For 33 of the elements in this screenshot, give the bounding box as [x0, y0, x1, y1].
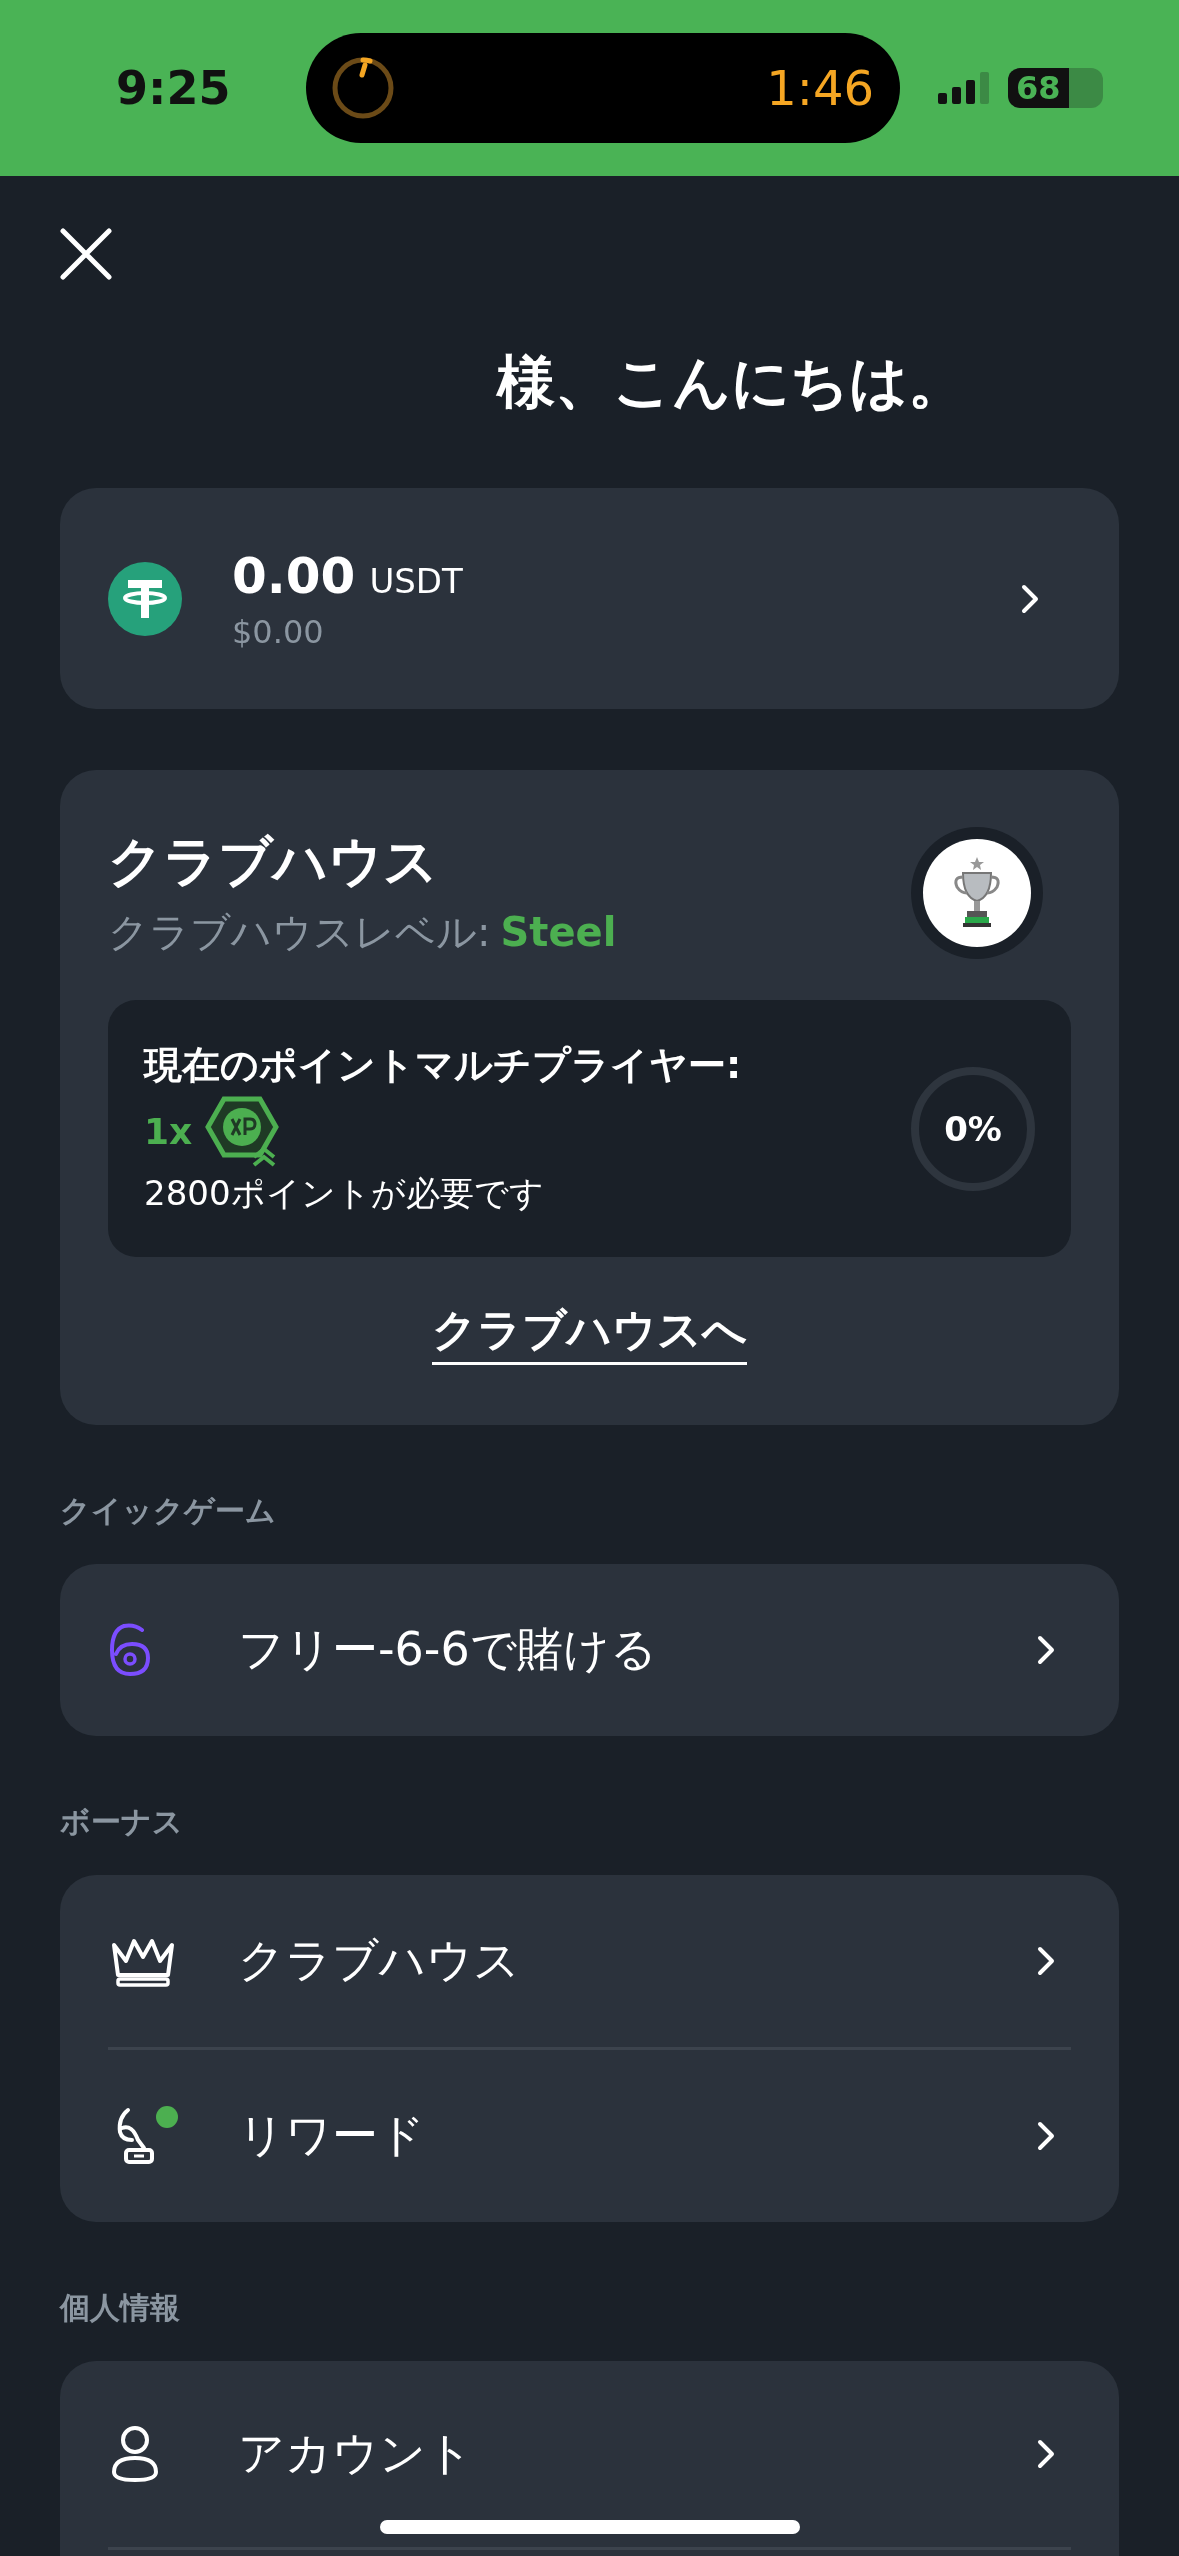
currency-label: USDT — [369, 560, 463, 601]
coin-icon — [108, 561, 182, 636]
timer-text: 1:46 — [766, 60, 874, 116]
menu-item[interactable]: フリー-6-6で賭ける — [108, 1564, 1071, 1736]
level-name: Steel — [500, 909, 617, 955]
balance-amount: 0.00 — [232, 546, 356, 605]
battery-indicator: 68 — [1008, 68, 1103, 108]
section-heading: 個人情報 — [60, 2289, 181, 2327]
chevron-icon — [1037, 1635, 1055, 1665]
points-needed-text: 2800ポイントが必要です — [144, 1172, 545, 1215]
greeting-title: 様、こんにちは。 — [495, 347, 967, 418]
chevron-icon — [1037, 2439, 1055, 2469]
six-icon — [108, 1622, 152, 1678]
menu-item[interactable]: リワード — [108, 2050, 1071, 2222]
progress-percent: 0% — [944, 1108, 1002, 1149]
close-icon[interactable] — [60, 228, 112, 280]
section-heading: ボーナス — [60, 1803, 184, 1841]
chevron-icon — [1021, 583, 1039, 614]
trophy-badge-icon — [911, 827, 1043, 959]
chevron-icon — [1037, 2121, 1055, 2151]
menu-item[interactable]: クラブハウス — [108, 1875, 1071, 2047]
multiplier-title: 現在のポイントマルチプライヤー: — [144, 1042, 742, 1089]
balance-card[interactable]: 0.00 USDT $0.00 — [60, 488, 1119, 709]
multiplier-value: 1x — [144, 1110, 193, 1152]
clubhouse-link[interactable]: クラブハウスへ — [432, 1301, 747, 1365]
timer-icon — [330, 55, 396, 121]
fiat-value: $0.00 — [232, 612, 325, 651]
clock-time: 9:25 — [116, 61, 232, 115]
menu-item[interactable]: アカウント — [108, 2361, 1071, 2547]
chevron-icon — [1037, 1946, 1055, 1976]
clubhouse-title: クラブハウス — [108, 829, 439, 895]
level-label: クラブハウスレベル: — [108, 908, 491, 957]
section-heading: クイックゲーム — [60, 1492, 277, 1530]
